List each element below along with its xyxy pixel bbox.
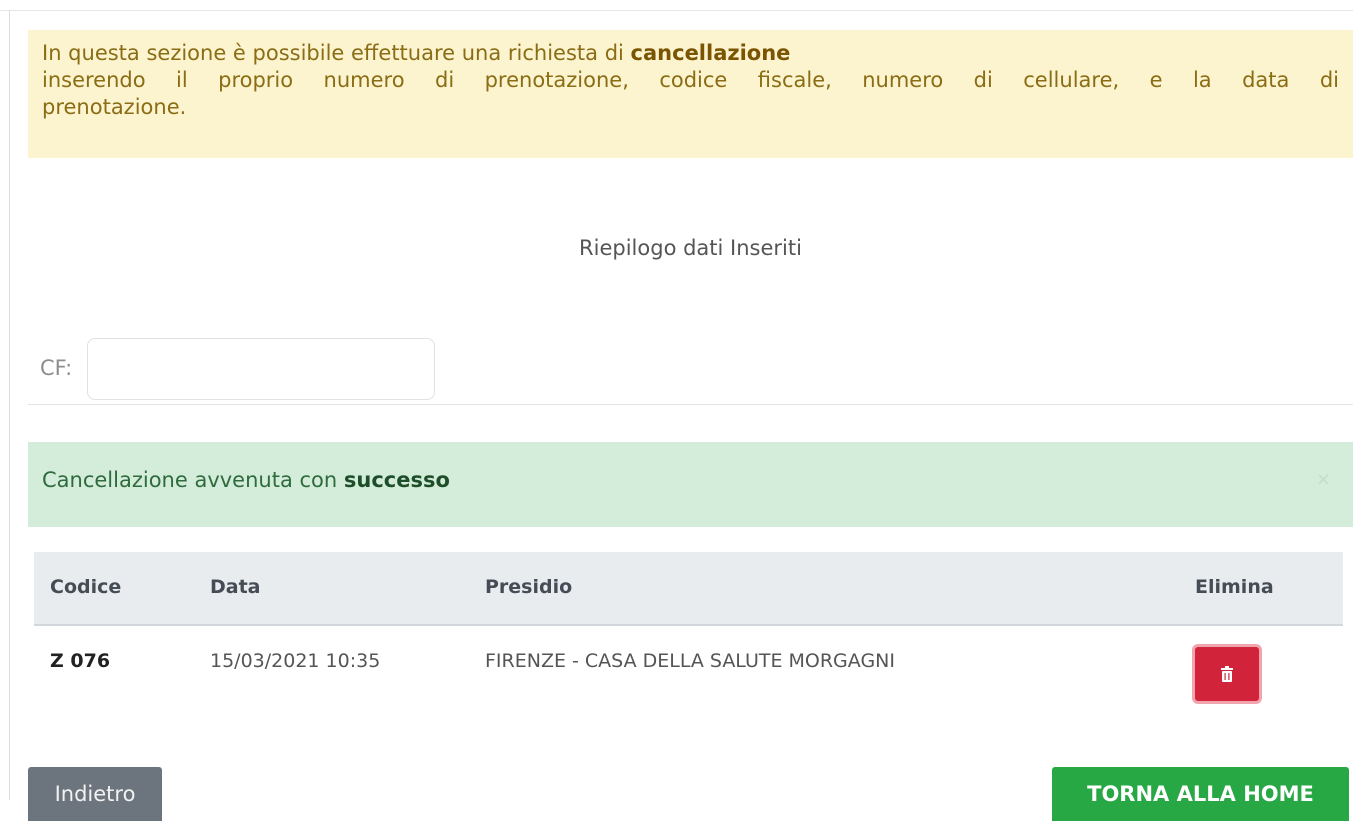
header-codice: Codice — [50, 576, 122, 598]
trash-icon — [1221, 666, 1233, 682]
divider — [28, 404, 1353, 405]
warning-line-1: In questa sezione è possibile effettuare… — [42, 40, 1339, 67]
success-alert: Cancellazione avvenuta con successo × — [28, 442, 1353, 527]
cf-label: CF: — [40, 356, 73, 380]
delete-button[interactable] — [1192, 644, 1262, 704]
success-bold-text: successo — [343, 468, 450, 492]
header-elimina: Elimina — [1195, 576, 1274, 598]
cf-input[interactable] — [87, 338, 435, 400]
header-data: Data — [210, 576, 261, 598]
table-header: Codice Data Presidio Elimina — [34, 552, 1343, 626]
cell-presidio: FIRENZE - CASA DELLA SALUTE MORGAGNI — [485, 650, 895, 672]
top-border — [0, 10, 1353, 11]
cell-data: 15/03/2021 10:35 — [210, 650, 381, 672]
back-button[interactable]: Indietro — [28, 767, 162, 821]
warning-bold-text: cancellazione — [630, 41, 791, 65]
warning-line-2: inserendo il proprio numero di prenotazi… — [42, 68, 1339, 92]
home-button[interactable]: TORNA ALLA HOME — [1052, 767, 1349, 821]
warning-text: In questa sezione è possibile effettuare… — [42, 41, 631, 65]
left-border — [9, 10, 10, 800]
info-warning-box: In questa sezione è possibile effettuare… — [28, 30, 1353, 158]
close-icon[interactable]: × — [1316, 442, 1331, 518]
success-text: Cancellazione avvenuta con — [42, 468, 344, 492]
summary-title: Riepilogo dati Inseriti — [579, 236, 802, 260]
header-presidio: Presidio — [485, 576, 573, 598]
cell-codice: Z 076 — [50, 650, 111, 672]
warning-line-3: prenotazione. — [42, 95, 187, 119]
